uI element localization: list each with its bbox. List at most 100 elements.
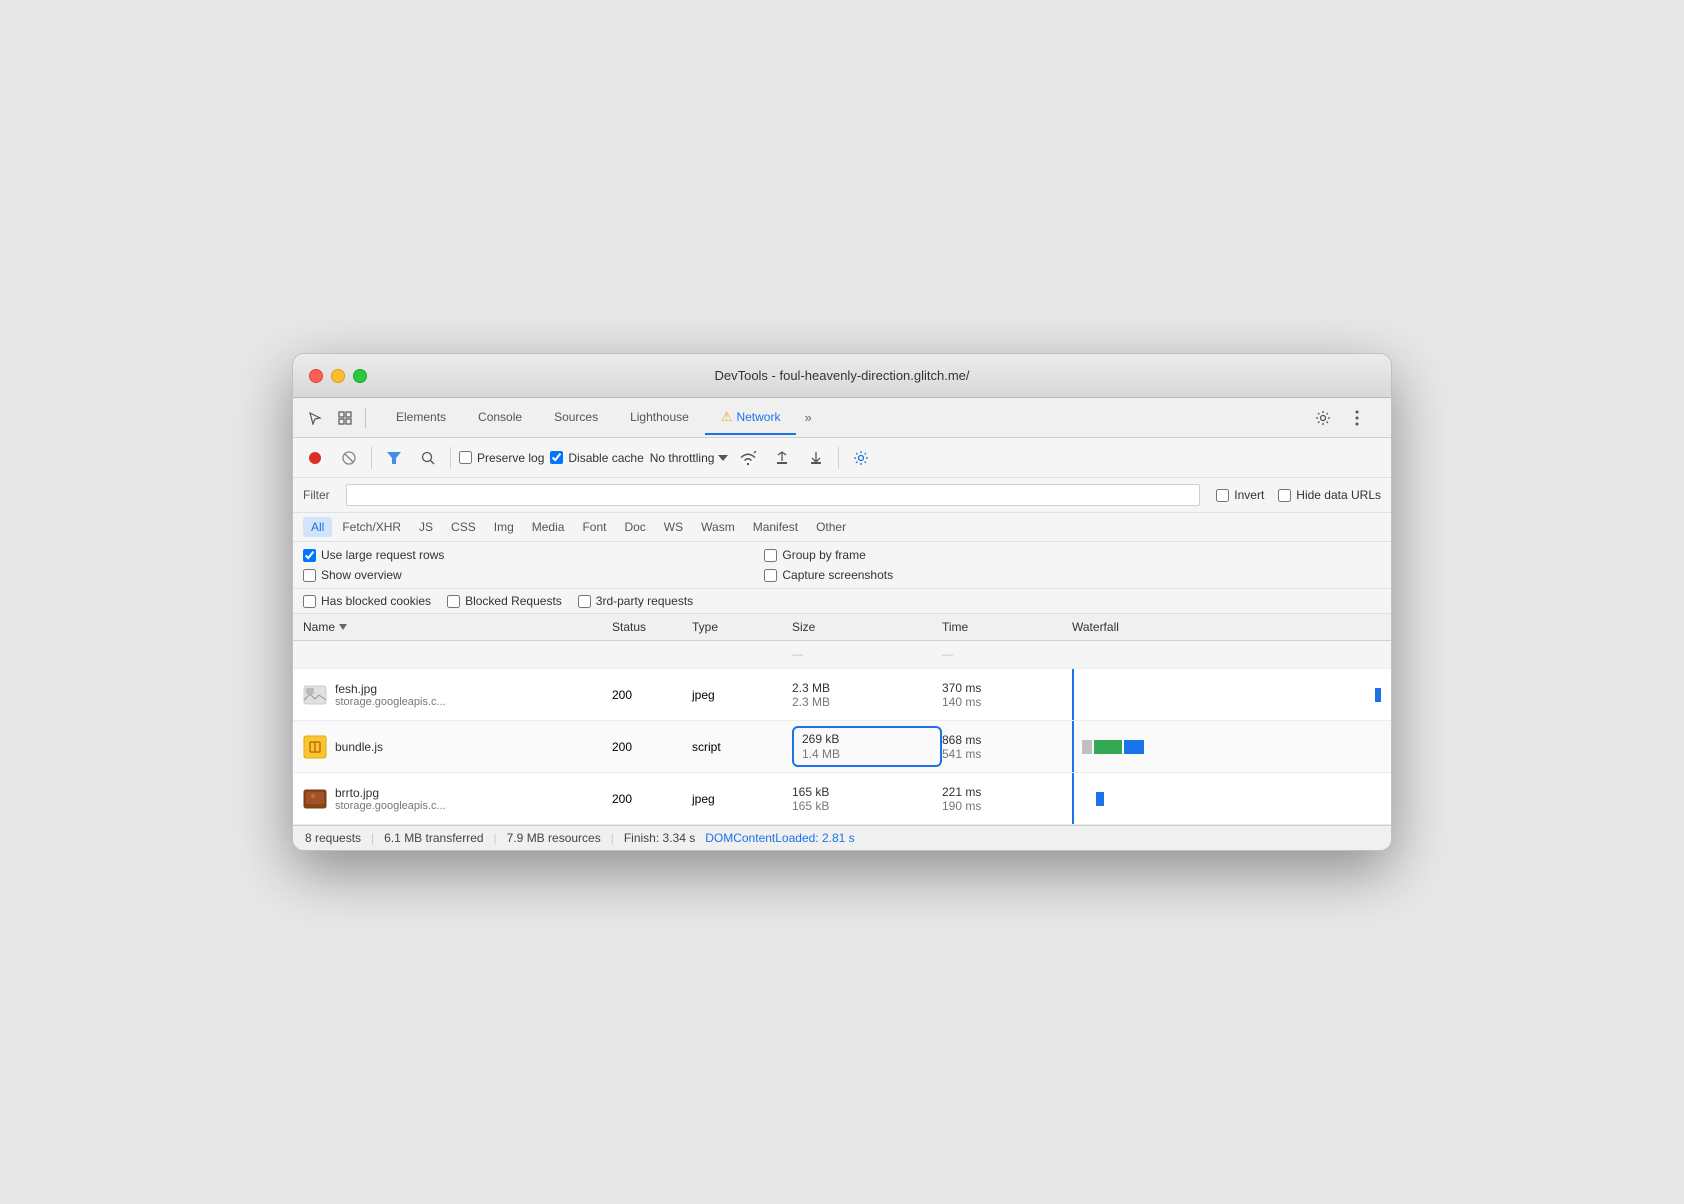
traffic-lights — [309, 369, 367, 383]
status-200-bundle: 200 — [612, 740, 692, 754]
primary-toolbar: Elements Console Sources Lighthouse ⚠ Ne… — [293, 398, 1391, 438]
type-ws[interactable]: WS — [656, 517, 691, 537]
table-header: Name Status Type Size Time Waterfall — [293, 614, 1391, 641]
col-header-status[interactable]: Status — [612, 620, 692, 634]
blocked-requests-checkbox[interactable]: Blocked Requests — [447, 594, 562, 608]
throttle-control[interactable]: No throttling — [650, 451, 729, 465]
type-wasm[interactable]: Wasm — [693, 517, 743, 537]
image-icon — [303, 683, 327, 707]
wifi-icon[interactable] — [734, 444, 762, 472]
size-bundle-highlighted: 269 kB 1.4 MB — [792, 726, 942, 767]
type-script: script — [692, 740, 792, 754]
type-all[interactable]: All — [303, 517, 332, 537]
capture-screenshots-checkbox[interactable]: Capture screenshots — [764, 568, 893, 582]
col-header-waterfall[interactable]: Waterfall — [1072, 620, 1381, 634]
close-button[interactable] — [309, 369, 323, 383]
cursor-icon[interactable] — [301, 404, 329, 432]
file-info-fesh: fesh.jpg storage.googleapis.c... — [303, 678, 612, 712]
type-jpeg: jpeg — [692, 688, 792, 702]
time-bundle: 868 ms 541 ms — [942, 733, 1072, 761]
show-overview-checkbox[interactable]: Show overview — [303, 568, 444, 582]
has-blocked-cookies-checkbox[interactable]: Has blocked cookies — [303, 594, 431, 608]
devtools-content: Elements Console Sources Lighthouse ⚠ Ne… — [293, 398, 1391, 850]
type-manifest[interactable]: Manifest — [745, 517, 806, 537]
type-jpeg-brrto: jpeg — [692, 792, 792, 806]
type-media[interactable]: Media — [524, 517, 573, 537]
filter-input[interactable] — [346, 484, 1201, 506]
clear-button[interactable] — [335, 444, 363, 472]
hide-data-urls-checkbox[interactable]: Hide data URLs — [1278, 488, 1381, 502]
invert-checkbox[interactable]: Invert — [1216, 488, 1264, 502]
file-info-brrto: brrto.jpg storage.googleapis.c... — [303, 782, 612, 816]
more-options-icon[interactable] — [1343, 404, 1371, 432]
col-header-size[interactable]: Size — [792, 620, 942, 634]
table-row-brrto[interactable]: brrto.jpg storage.googleapis.c... 200 jp… — [293, 773, 1391, 825]
time-brrto: 221 ms 190 ms — [942, 785, 1072, 813]
table-row[interactable]: fesh.jpg storage.googleapis.c... 200 jpe… — [293, 669, 1391, 721]
table-row[interactable]: — — — [293, 641, 1391, 669]
filter-checkboxes: Invert Hide data URLs — [1216, 488, 1381, 502]
network-toolbar: Preserve log Disable cache No throttling — [293, 438, 1391, 478]
type-css[interactable]: CSS — [443, 517, 484, 537]
preserve-log-checkbox[interactable]: Preserve log — [459, 451, 544, 465]
type-doc[interactable]: Doc — [616, 517, 653, 537]
warning-icon: ⚠ — [721, 409, 733, 425]
filter-bar: Filter Invert Hide data URLs — [293, 478, 1391, 513]
type-font[interactable]: Font — [574, 517, 614, 537]
maximize-button[interactable] — [353, 369, 367, 383]
toolbar-divider-1 — [365, 408, 366, 428]
search-icon[interactable] — [414, 444, 442, 472]
disable-cache-checkbox[interactable]: Disable cache — [550, 451, 643, 465]
col-header-name[interactable]: Name — [303, 620, 612, 634]
toolbar2-divider-1 — [371, 447, 372, 469]
waterfall-bundle — [1072, 721, 1381, 772]
group-by-frame-checkbox[interactable]: Group by frame — [764, 548, 893, 562]
toolbar2-divider-3 — [838, 447, 839, 469]
tab-console[interactable]: Console — [462, 402, 538, 434]
type-other[interactable]: Other — [808, 517, 854, 537]
type-fetch-xhr[interactable]: Fetch/XHR — [334, 517, 409, 537]
upload-icon[interactable] — [768, 444, 796, 472]
requests-count: 8 requests — [305, 831, 361, 845]
tab-network[interactable]: ⚠ Network — [705, 401, 797, 435]
tab-elements[interactable]: Elements — [380, 402, 462, 434]
col-header-type[interactable]: Type — [692, 620, 792, 634]
large-rows-checkbox[interactable]: Use large request rows — [303, 548, 444, 562]
size-brrto: 165 kB 165 kB — [792, 785, 942, 813]
waterfall-brrto — [1072, 773, 1381, 824]
col-header-time[interactable]: Time — [942, 620, 1072, 634]
network-settings-icon[interactable] — [847, 444, 875, 472]
finish-time: Finish: 3.34 s — [624, 831, 695, 845]
status-200-brrto: 200 — [612, 792, 692, 806]
third-party-checkbox[interactable]: 3rd-party requests — [578, 594, 693, 608]
transferred-size: 6.1 MB transferred — [384, 831, 483, 845]
type-img[interactable]: Img — [486, 517, 522, 537]
tab-sources[interactable]: Sources — [538, 402, 614, 434]
size-highlight-box: 269 kB 1.4 MB — [792, 726, 942, 767]
status-200: 200 — [612, 688, 692, 702]
tab-more-button[interactable]: » — [796, 402, 819, 433]
minimize-button[interactable] — [331, 369, 345, 383]
table-row-bundle[interactable]: bundle.js 200 script 269 kB 1.4 MB 868 m… — [293, 721, 1391, 773]
devtools-window: DevTools - foul-heavenly-direction.glitc… — [292, 353, 1392, 851]
filter-label: Filter — [303, 488, 330, 502]
status-bar: 8 requests | 6.1 MB transferred | 7.9 MB… — [293, 825, 1391, 850]
waterfall-blue-line-3 — [1072, 773, 1074, 824]
type-filter-bar: All Fetch/XHR JS CSS Img Media Font Doc … — [293, 513, 1391, 542]
download-icon[interactable] — [802, 444, 830, 472]
blocked-cookies-bar: Has blocked cookies Blocked Requests 3rd… — [293, 589, 1391, 614]
filter-icon[interactable] — [380, 444, 408, 472]
type-js[interactable]: JS — [411, 517, 441, 537]
time-fesh: 370 ms 140 ms — [942, 681, 1072, 709]
window-title: DevTools - foul-heavenly-direction.glitc… — [714, 368, 969, 383]
table-body: fesh.jpg storage.googleapis.c... 200 jpe… — [293, 669, 1391, 825]
tab-lighthouse[interactable]: Lighthouse — [614, 402, 705, 434]
settings-icon[interactable] — [1309, 404, 1337, 432]
options-bar: Use large request rows Show overview Gro… — [293, 542, 1391, 589]
js-icon — [303, 735, 327, 759]
inspect-icon[interactable] — [331, 404, 359, 432]
tab-settings-group — [1305, 404, 1375, 432]
record-button[interactable] — [301, 444, 329, 472]
titlebar: DevTools - foul-heavenly-direction.glitc… — [293, 354, 1391, 398]
tab-bar: Elements Console Sources Lighthouse ⚠ Ne… — [372, 401, 1383, 435]
